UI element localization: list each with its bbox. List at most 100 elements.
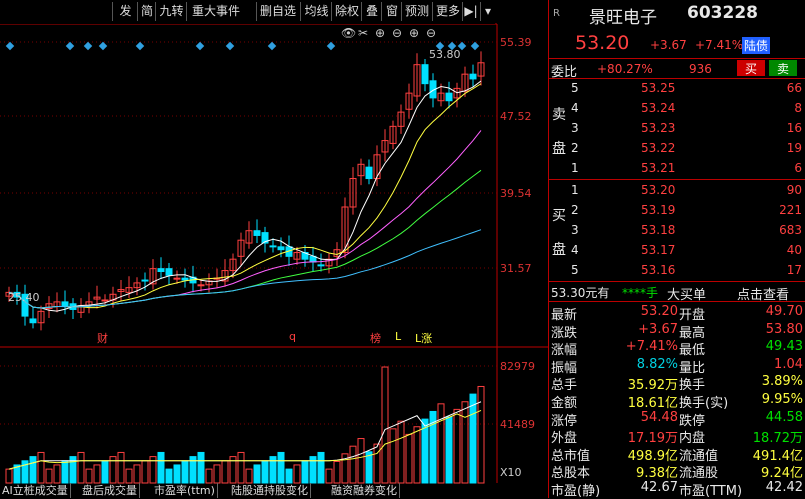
volume-bar (413, 426, 421, 484)
stat-v1: 17.19万 (627, 431, 678, 447)
toolbar-button-9[interactable]: 预测 (401, 2, 432, 21)
toolbar-button-8[interactable]: 窗 (381, 2, 402, 21)
volume-bar (133, 464, 141, 484)
toolbar-button-4[interactable]: 删自选 (256, 2, 299, 21)
toolbar-button-5[interactable]: 均线 (300, 2, 332, 21)
candle-body (173, 277, 181, 280)
collapse-icon[interactable]: ▶| (462, 2, 479, 21)
chart-tool-icon: ⊕ (375, 26, 385, 40)
candle-body (445, 92, 453, 102)
kline-chart[interactable]: 👁 ✂ ⊕ ⊖ ⊕ ⊖ (0, 0, 548, 498)
toolbar-button-2[interactable]: 九转 (155, 2, 187, 21)
chevron-down-icon[interactable]: ▾ (480, 2, 495, 21)
bid-vol: 90 (786, 183, 802, 197)
tab-pe-ttm[interactable]: 市盈率(ttm) (152, 483, 218, 498)
news-marker-icon (65, 41, 75, 51)
stat-l2: 流通股 (679, 466, 719, 482)
tab-after-hours-volume[interactable]: 盘后成交量 (80, 483, 140, 498)
stat-v1: 54.48 (640, 409, 678, 425)
stat-l1: 总手 (551, 378, 578, 394)
news-marker-icon (135, 41, 145, 51)
volume-bar (37, 451, 45, 484)
tab-northbound-holding[interactable]: 陆股通持股变化 (229, 483, 311, 498)
volume-axis-label: 82979 (500, 360, 535, 373)
bid-price: 53.17 (641, 243, 676, 257)
event-marker[interactable]: L (395, 330, 401, 343)
event-marker[interactable]: L涨 (415, 330, 432, 346)
stat-l1: 涨跌 (551, 325, 578, 341)
stat-l1: 涨停 (551, 413, 578, 429)
stat-l1: 总股本 (551, 466, 591, 482)
ask-price: 53.21 (641, 161, 676, 175)
toolbar-button-3[interactable]: 重大事件 (186, 2, 245, 21)
trade-stars: ****手 (622, 286, 659, 300)
peak-price-label: 53.80 (429, 48, 461, 61)
toolbar-button-0[interactable]: 发 (112, 2, 138, 21)
buy-side-label: 买 (552, 208, 566, 224)
candle-body (61, 301, 69, 308)
stat-l1: 最新 (551, 308, 578, 323)
candle-body (165, 268, 173, 276)
stat-v2: 491.4亿 (752, 448, 803, 464)
event-marker[interactable]: q (289, 330, 296, 343)
candle-body (469, 73, 477, 80)
stat-l1: 市盈(静) (551, 484, 601, 499)
stat-v1: 42.67 (640, 480, 678, 495)
sell-button[interactable]: 卖 (769, 60, 797, 76)
toolbar-button-10[interactable]: 更多 (432, 2, 463, 21)
volume-bar (373, 443, 381, 484)
news-marker-icon (326, 41, 336, 51)
buy-side-label: 盘 (552, 242, 566, 258)
stat-l2: 最低 (679, 343, 706, 359)
buy-button[interactable]: 买 (737, 60, 765, 76)
ma-line (8, 80, 482, 312)
volume-bar (125, 468, 133, 484)
volume-bar (405, 433, 413, 484)
volume-bar (213, 464, 221, 484)
stat-l1: 外盘 (551, 431, 578, 447)
ask-level: 2 (571, 141, 579, 155)
price-axis-label: 39.54 (500, 187, 532, 200)
volume-bar (317, 451, 325, 484)
chart-tool-icon: ⊖ (392, 26, 402, 40)
bid-price: 53.19 (641, 203, 676, 217)
weibi-value: +80.27% (597, 62, 653, 76)
tab-ai-volume[interactable]: AI立桩成交量 (0, 483, 71, 498)
stat-v2: 3.89% (761, 374, 803, 390)
news-marker-icon (470, 41, 480, 51)
event-marker[interactable]: 榜 (370, 330, 381, 346)
candle-body (141, 279, 149, 282)
volume-unit-label: X10 (500, 466, 522, 479)
stat-v2: 49.70 (765, 304, 803, 319)
chart-tool-icon: ⊕ (409, 26, 419, 40)
volume-bar (453, 408, 461, 484)
tab-margin-trading[interactable]: 融资融券变化 (329, 483, 400, 498)
toolbar-button-7[interactable]: 叠 (361, 2, 382, 21)
toolbar-button-6[interactable]: 除权 (331, 2, 362, 21)
toolbar-button-1[interactable]: 简 (137, 2, 156, 21)
bid-level: 4 (571, 243, 579, 257)
volume-bar (389, 428, 397, 484)
stat-l1: 总市值 (551, 448, 591, 464)
stock-code: 603228 (687, 3, 758, 23)
bond-badge[interactable]: 陆债 (742, 37, 771, 54)
event-marker[interactable]: 财 (97, 330, 108, 346)
price-change-pct: +7.41% (695, 38, 744, 52)
stat-v2: 44.58 (765, 409, 803, 425)
price-axis-label: 31.57 (500, 262, 532, 275)
candle-body (101, 299, 109, 302)
volume-bar (45, 468, 53, 484)
ask-vol: 19 (786, 141, 802, 155)
stat-l2: 开盘 (679, 308, 706, 323)
stat-v1: 8.82% (636, 356, 678, 372)
stat-l2: 内盘 (679, 431, 706, 447)
news-marker-icon (195, 41, 205, 51)
stat-v2: 42.42 (765, 480, 803, 495)
ask-price: 53.23 (641, 121, 676, 135)
stat-v2: 9.24亿 (761, 466, 803, 482)
stat-l2: 流通值 (679, 448, 719, 464)
stat-l2: 换手 (679, 378, 706, 394)
volume-bar (117, 451, 125, 484)
volume-ma-line (8, 401, 482, 470)
stat-l1: 涨幅 (551, 343, 578, 359)
